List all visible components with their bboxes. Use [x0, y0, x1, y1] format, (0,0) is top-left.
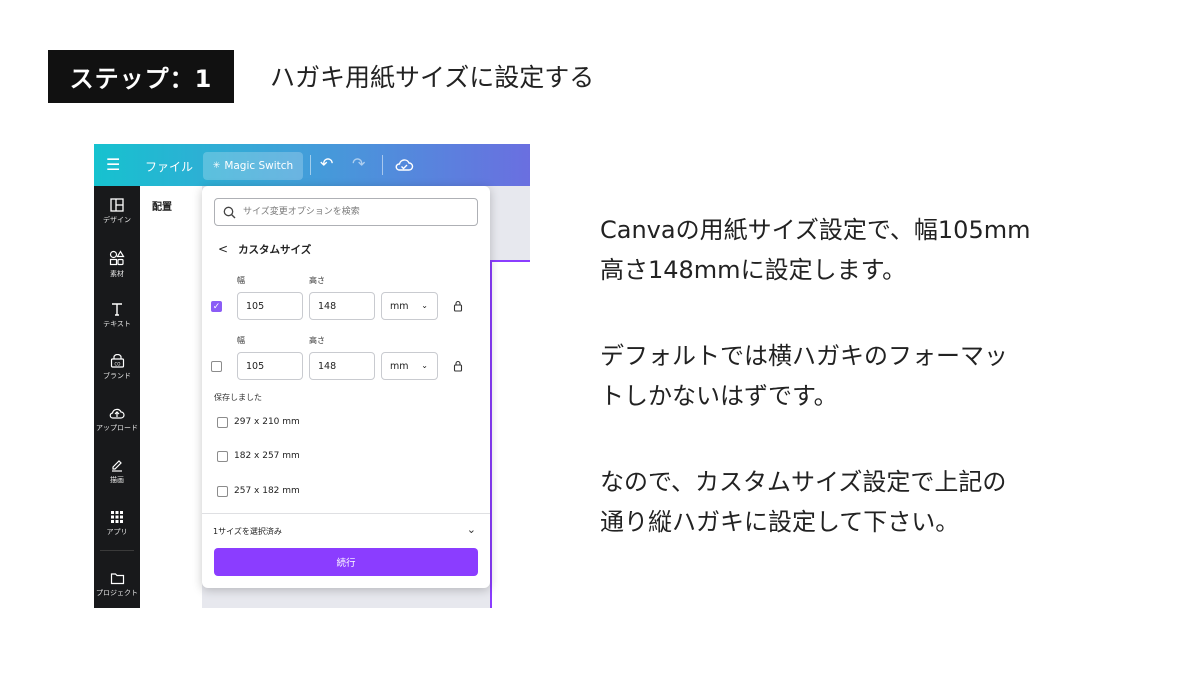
draw-icon — [112, 460, 122, 472]
sidebar-item-label: プロジェクト — [96, 589, 138, 597]
unit-value: mm — [390, 360, 409, 372]
undo-icon[interactable]: ↶ — [320, 154, 338, 174]
editor-topbar: ☰ ファイル ✳ Magic Switch ↶ ↷ — [94, 144, 530, 186]
size-row-1-checkbox[interactable]: ✓ — [211, 301, 222, 312]
sidebar-item-label: 描画 — [110, 476, 124, 484]
saved-size-checkbox[interactable] — [217, 450, 228, 462]
popup-divider — [202, 513, 490, 514]
size-row-2-checkbox[interactable] — [211, 361, 222, 372]
explanation-line: Canvaの用紙サイズ設定で、幅105mm — [600, 216, 1031, 244]
sparkle-icon: ✳ — [212, 161, 221, 171]
explanation-line: トしかないはずです。 — [600, 382, 838, 410]
sidebar-item-label: デザイン — [103, 216, 131, 224]
saved-size-item[interactable]: 257 x 182 mm — [217, 484, 300, 498]
step-badge: ステップ：1 — [48, 50, 234, 103]
height-input-2[interactable]: 148 — [309, 352, 375, 380]
saved-size-label: 182 x 257 mm — [234, 451, 300, 461]
saved-size-checkbox[interactable] — [217, 416, 228, 428]
brand-icon: CO — [110, 354, 124, 368]
saved-size-item[interactable]: 182 x 257 mm — [217, 449, 300, 463]
chevron-down-icon[interactable]: ⌄ — [467, 523, 476, 536]
explanation-line: なので、カスタムサイズ設定で上記の — [600, 468, 1007, 496]
sidebar-item-label: アプリ — [106, 528, 128, 536]
unit-value: mm — [390, 300, 409, 312]
height-label: 高さ — [309, 336, 325, 345]
step-title: ハガキ用紙サイズに設定する — [270, 63, 595, 92]
explanation-line: 通り縦ハガキに設定して下さい。 — [600, 508, 960, 536]
width-label: 幅 — [237, 336, 245, 345]
text-icon — [112, 303, 122, 316]
sidebar-item-label: アップロード — [96, 424, 138, 432]
editor-sidebar: デザイン 素材 テキスト CO ブランド アップロード 描画 アプリ プロジェク… — [94, 186, 140, 608]
magic-switch-label: Magic Switch — [224, 160, 294, 172]
width-input-2[interactable]: 105 — [237, 352, 303, 380]
chevron-down-icon: ⌄ — [421, 361, 428, 370]
folder-icon — [110, 573, 124, 585]
layout-icon — [110, 198, 124, 212]
sidebar-divider — [100, 550, 134, 551]
sidebar-item-label: 素材 — [110, 270, 124, 278]
custom-size-heading: カスタムサイズ — [238, 243, 312, 256]
file-menu[interactable]: ファイル — [145, 158, 193, 175]
chevron-down-icon: ⌄ — [421, 301, 428, 310]
unit-select-2[interactable]: mm ⌄ — [381, 352, 438, 380]
hamburger-menu-icon[interactable]: ☰ — [106, 156, 122, 174]
resize-search-box[interactable] — [214, 198, 478, 226]
chevron-left-icon: < — [218, 242, 229, 256]
width-input-1[interactable]: 105 — [237, 292, 303, 320]
apps-icon — [111, 511, 123, 523]
lock-icon[interactable] — [453, 360, 463, 372]
design-canvas[interactable] — [490, 260, 530, 608]
toolbar-divider — [310, 155, 311, 175]
search-icon — [223, 206, 236, 219]
svg-text:CO: CO — [114, 362, 120, 367]
saved-size-checkbox[interactable] — [217, 485, 228, 497]
sidebar-item-brand[interactable]: CO ブランド — [94, 354, 140, 402]
shapes-icon — [109, 250, 125, 266]
height-label: 高さ — [309, 276, 325, 285]
redo-icon[interactable]: ↷ — [352, 154, 370, 174]
saved-size-label: 297 x 210 mm — [234, 417, 300, 427]
sidebar-item-projects[interactable]: プロジェクト — [94, 572, 140, 608]
saved-sizes-heading: 保存しました — [214, 393, 262, 402]
continue-button[interactable]: 続行 — [214, 548, 478, 576]
explanation-line: デフォルトでは横ハガキのフォーマッ — [600, 342, 1008, 370]
saved-size-label: 257 x 182 mm — [234, 486, 300, 496]
sidebar-item-text[interactable]: テキスト — [94, 302, 140, 350]
height-input-1[interactable]: 148 — [309, 292, 375, 320]
explanation-line: 高さ148mmに設定します。 — [600, 256, 907, 284]
side-panel — [140, 186, 202, 608]
back-to-custom-size[interactable]: < カスタムサイズ — [218, 241, 311, 257]
panel-title: 配置 — [152, 202, 172, 213]
upload-icon — [109, 408, 125, 419]
cloud-saved-icon[interactable] — [394, 156, 414, 174]
canva-screenshot: ☰ ファイル ✳ Magic Switch ↶ ↷ デザイン 素材 テキスト C… — [94, 144, 530, 608]
sidebar-item-label: テキスト — [103, 320, 131, 328]
width-label: 幅 — [237, 276, 245, 285]
sidebar-item-upload[interactable]: アップロード — [94, 406, 140, 454]
sidebar-item-design[interactable]: デザイン — [94, 198, 140, 246]
sidebar-item-label: ブランド — [103, 372, 131, 380]
lock-icon[interactable] — [453, 300, 463, 312]
sidebar-item-elements[interactable]: 素材 — [94, 250, 140, 298]
toolbar-divider — [382, 155, 383, 175]
unit-select-1[interactable]: mm ⌄ — [381, 292, 438, 320]
resize-search-input[interactable] — [243, 204, 469, 220]
resize-dropdown: < カスタムサイズ 幅 高さ ✓ 105 148 mm ⌄ 幅 高さ 105 1… — [202, 186, 490, 588]
selection-count[interactable]: 1サイズを選択済み — [213, 526, 282, 537]
magic-switch-button[interactable]: ✳ Magic Switch — [203, 152, 303, 180]
saved-size-item[interactable]: 297 x 210 mm — [217, 415, 300, 429]
sidebar-item-draw[interactable]: 描画 — [94, 458, 140, 506]
